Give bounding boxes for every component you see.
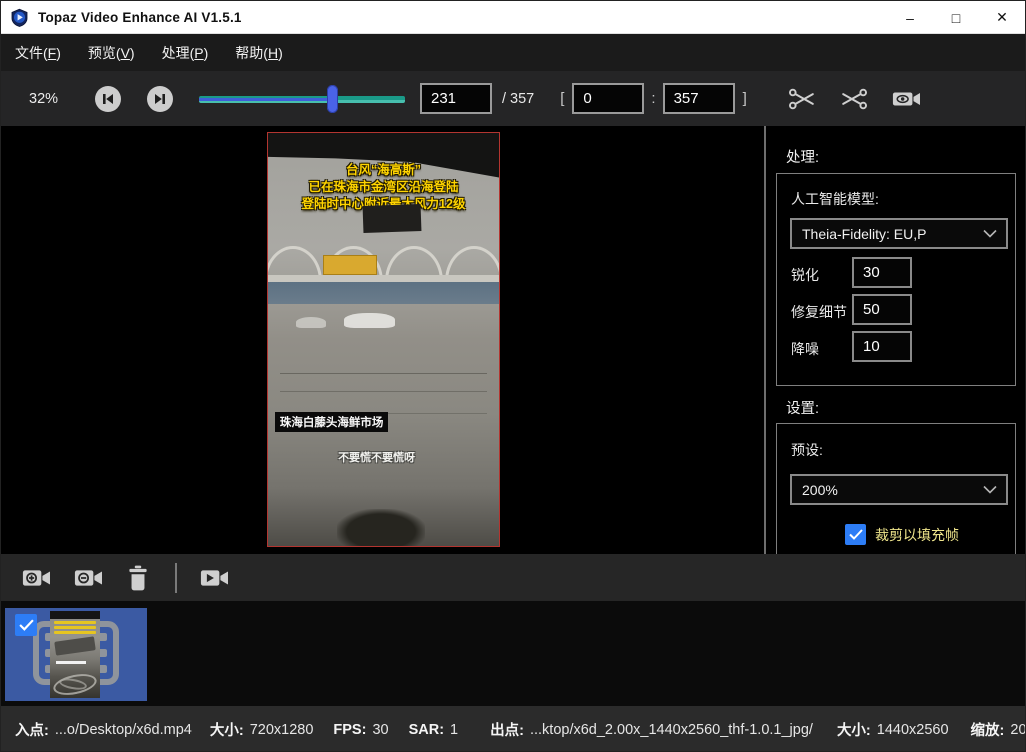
sharpen-input[interactable] (852, 257, 912, 288)
maximize-button[interactable]: □ (933, 1, 979, 34)
status-in-point: 入点: ...o/Desktop/x6d.mp4 (15, 719, 192, 740)
status-out-point: 出点: ...ktop/x6d_2.00x_1440x2560_thf-1.0.… (490, 719, 813, 740)
split-button[interactable] (839, 86, 869, 112)
checkmark-icon (849, 529, 863, 540)
zoom-level-label: 32% (29, 91, 69, 107)
denoise-input[interactable] (852, 331, 912, 362)
trim-end-input[interactable] (663, 83, 735, 114)
preview-button[interactable] (891, 86, 923, 112)
preset-dropdown[interactable]: 200% (790, 474, 1008, 505)
video-scene: 台风“海高斯” 已在珠海市金湾区沿海登陆 登陆时中心附近最大风力12级 珠海白藤… (268, 133, 499, 546)
window-controls: – □ ✕ (887, 1, 1025, 34)
crop-to-fill-row[interactable]: 裁剪以填充帧 (845, 524, 959, 545)
remove-clip-camera-icon (73, 565, 105, 591)
add-clip-button[interactable] (21, 565, 53, 591)
scene-hanging-object (362, 204, 421, 233)
add-clip-camera-icon (21, 565, 53, 591)
process-camera-play-icon (199, 565, 231, 591)
scene-water-streaks (280, 373, 488, 374)
trim-colon: : (651, 90, 655, 107)
thumbnail-strip (1, 601, 1025, 706)
status-bar: 入点: ...o/Desktop/x6d.mp4 大小: 720x1280 FP… (1, 706, 1025, 752)
remove-clip-button[interactable] (73, 565, 105, 591)
menu-bar: 文件(F) 预览(V) 处理(P) 帮助(H) (1, 34, 1025, 71)
scene-flooded-car (344, 313, 395, 328)
video-thumbnail-tile[interactable] (5, 608, 147, 701)
ai-model-group: 人工智能模型: Theia-Fidelity: EU,P 锐化 修复细节 降噪 (776, 173, 1016, 386)
trim-bracket-close: ] (743, 90, 747, 107)
chevron-down-icon (983, 485, 997, 494)
video-caption-sub: 不要慌不要慌呀 (268, 449, 485, 465)
thumbnail-checkbox[interactable] (15, 614, 37, 636)
status-sar: SAR: 1 (409, 722, 459, 738)
settings-section-title: 设置: (786, 397, 819, 418)
video-preview[interactable]: 台风“海高斯” 已在珠海市金湾区沿海登陆 登陆时中心附近最大风力12级 珠海白藤… (267, 132, 500, 547)
skip-back-icon (101, 92, 115, 106)
preset-label: 预设: (791, 440, 823, 460)
crop-to-fill-label: 裁剪以填充帧 (875, 525, 959, 545)
app-window: Topaz Video Enhance AI V1.5.1 – □ ✕ 文件(F… (0, 0, 1026, 752)
trash-icon (125, 564, 151, 592)
processing-section-title: 处理: (786, 146, 819, 167)
clipbar-separator (175, 563, 177, 593)
thumbnail-video-image (50, 611, 100, 698)
timeline-progress (199, 98, 332, 101)
status-scale: 缩放: 200% (971, 719, 1026, 740)
crop-to-fill-checkbox[interactable] (845, 524, 866, 545)
ai-model-value: Theia-Fidelity: EU,P (802, 226, 983, 242)
main-area: 台风“海高斯” 已在珠海市金湾区沿海登陆 登陆时中心附近最大风力12级 珠海白藤… (1, 126, 1025, 554)
menu-process[interactable]: 处理(P) (162, 43, 209, 63)
process-clip-button[interactable] (199, 565, 231, 591)
status-input-size: 大小: 720x1280 (210, 719, 314, 740)
trim-bracket-open: [ (560, 90, 564, 107)
timeline-slider[interactable] (199, 85, 405, 113)
timeline-handle[interactable] (327, 85, 338, 113)
cut-button[interactable] (787, 86, 817, 112)
preview-camera-eye-icon (891, 86, 923, 112)
split-scissors-icon (839, 86, 869, 112)
close-button[interactable]: ✕ (979, 1, 1025, 34)
app-logo-icon (10, 8, 29, 27)
skip-back-button[interactable] (95, 86, 121, 112)
ai-model-label: 人工智能模型: (791, 189, 879, 209)
ai-model-dropdown[interactable]: Theia-Fidelity: EU,P (790, 218, 1008, 249)
scene-yellow-sign (323, 255, 376, 276)
preset-value: 200% (802, 482, 983, 498)
preset-group: 预设: 200% 裁剪以填充帧 (776, 423, 1016, 554)
menu-help[interactable]: 帮助(H) (235, 43, 282, 63)
skip-forward-button[interactable] (147, 86, 173, 112)
sharpen-label: 锐化 (791, 265, 819, 285)
skip-forward-icon (153, 92, 167, 106)
video-caption-tag: 珠海白藤头海鲜市场 (275, 412, 389, 432)
total-frames-label: / 357 (502, 91, 534, 107)
restore-detail-label: 修复细节 (791, 302, 847, 322)
checkmark-icon (19, 619, 34, 631)
scene-wall (268, 282, 499, 305)
clip-toolbar (1, 554, 1025, 601)
title-bar: Topaz Video Enhance AI V1.5.1 – □ ✕ (1, 1, 1025, 34)
denoise-label: 降噪 (791, 339, 819, 359)
current-frame-input[interactable] (420, 83, 492, 114)
delete-clip-button[interactable] (125, 564, 151, 592)
menu-preview[interactable]: 预览(V) (88, 43, 135, 63)
trim-start-input[interactable] (572, 83, 644, 114)
chevron-down-icon (983, 229, 997, 238)
window-title: Topaz Video Enhance AI V1.5.1 (38, 10, 242, 25)
scene-flooded-car-2 (296, 317, 326, 328)
scene-dark-blob (337, 509, 425, 547)
settings-panel: 处理: 人工智能模型: Theia-Fidelity: EU,P 锐化 修复细节… (764, 126, 1025, 554)
menu-file[interactable]: 文件(F) (15, 43, 61, 63)
restore-detail-input[interactable] (852, 294, 912, 325)
cut-scissors-icon (787, 86, 817, 112)
status-output-size: 大小: 1440x2560 (837, 719, 949, 740)
playback-toolbar: 32% / 357 [ : ] (1, 71, 1025, 126)
status-fps: FPS: 30 (333, 722, 388, 738)
minimize-button[interactable]: – (887, 1, 933, 34)
